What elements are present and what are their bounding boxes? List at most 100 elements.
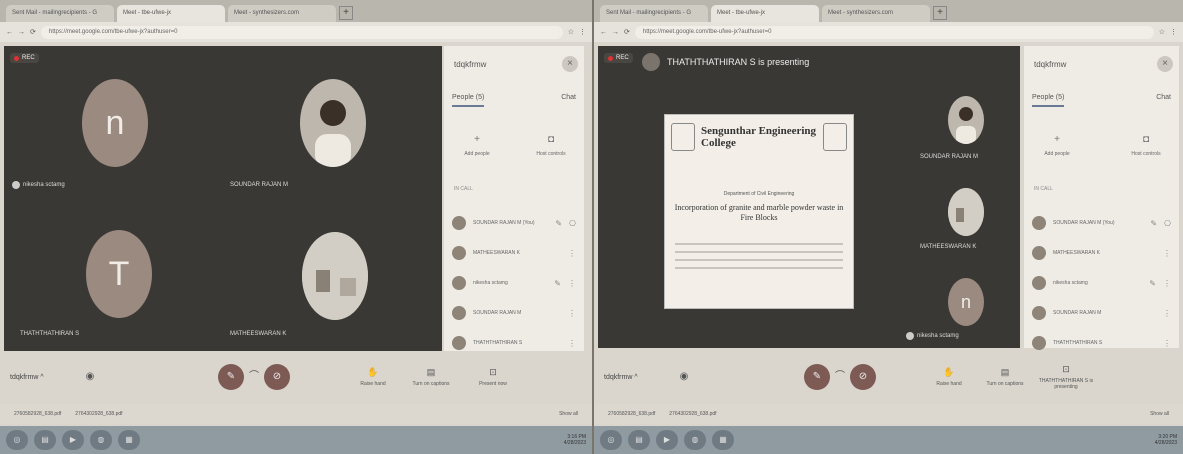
browser-tab[interactable]: Sent Mail - mailingrecipients - G xyxy=(600,5,708,22)
forward-icon[interactable]: → xyxy=(612,29,619,36)
star-icon[interactable]: ☆ xyxy=(1159,28,1165,36)
more-icon[interactable]: ⋮ xyxy=(568,309,576,318)
mic-off-icon[interactable]: ✎ xyxy=(1149,279,1156,288)
tab-people[interactable]: People (5) xyxy=(452,94,485,107)
media-icon[interactable]: ▶ xyxy=(62,430,84,450)
menu-icon[interactable]: ⋮ xyxy=(579,28,586,36)
panel-tabs: People (5) Chat xyxy=(1032,94,1171,107)
captions-button[interactable]: ▤ Turn on captions xyxy=(408,367,454,387)
meeting-code[interactable]: tdqkfrmw ^ xyxy=(10,374,80,381)
avatar xyxy=(452,246,466,260)
start-icon[interactable]: ◎ xyxy=(6,430,28,450)
pin-icon[interactable]: ⎔ xyxy=(569,219,576,228)
browser-tab-active[interactable]: Meet - tbe-ufwe-jx xyxy=(711,5,819,22)
camera-off-button[interactable]: ⊘ xyxy=(264,364,290,390)
star-icon[interactable]: ☆ xyxy=(568,28,574,36)
more-options-icon[interactable]: ⌒ xyxy=(830,367,850,387)
mic-off-button[interactable]: ✎ xyxy=(218,364,244,390)
menu-icon[interactable]: ⋮ xyxy=(1170,28,1177,36)
forward-icon[interactable]: → xyxy=(18,29,25,36)
avatar xyxy=(642,53,660,71)
meeting-code[interactable]: tdqkfrmw ^ xyxy=(604,374,674,381)
text-line xyxy=(675,251,843,253)
browser-tab[interactable]: Meet - synthesizers.com xyxy=(822,5,930,22)
download-item[interactable]: 2764302928_638.pdf xyxy=(75,411,122,417)
pin-icon[interactable]: ⎔ xyxy=(1164,219,1171,228)
add-person-icon: + xyxy=(1054,134,1060,145)
shield-icon[interactable]: ◉ xyxy=(674,367,694,387)
start-icon[interactable]: ◎ xyxy=(600,430,622,450)
more-options-icon[interactable]: ⌒ xyxy=(244,367,264,387)
explorer-icon[interactable]: ▤ xyxy=(34,430,56,450)
present-icon: ⊡ xyxy=(489,367,497,377)
participant-name: MATHEESWARAN K xyxy=(473,250,520,256)
tab-chat[interactable]: Chat xyxy=(1156,94,1171,107)
url-field[interactable]: https://meet.google.com/tbe-ufwe-jx?auth… xyxy=(634,25,1154,39)
mic-off-button[interactable]: ✎ xyxy=(804,364,830,390)
mic-icon[interactable]: ✎ xyxy=(1150,219,1157,228)
present-now-button[interactable]: ⊡ Present now xyxy=(470,367,516,387)
shield-icon[interactable]: ◉ xyxy=(80,367,100,387)
date-label: 4/28/2023 xyxy=(1154,440,1177,446)
tile-name: MATHEESWARAN K xyxy=(230,331,286,337)
more-icon[interactable]: ⋮ xyxy=(568,249,576,258)
mic-icon[interactable]: ✎ xyxy=(555,219,562,228)
back-icon[interactable]: ← xyxy=(600,29,607,36)
close-icon[interactable]: × xyxy=(562,56,578,72)
more-icon[interactable]: ⋮ xyxy=(568,279,576,288)
media-icon[interactable]: ▶ xyxy=(656,430,678,450)
reload-icon[interactable]: ⟳ xyxy=(30,28,36,36)
list-item[interactable]: nikesha sctamg ✎ ⋮ xyxy=(452,268,576,298)
video-stage: REC THATHTHATHIRAN S is presenting Sengu… xyxy=(598,46,1020,348)
record-dot-icon xyxy=(14,55,19,61)
show-all-link[interactable]: Show all xyxy=(559,411,578,417)
host-controls-button[interactable]: ◘ Host controls xyxy=(526,134,576,157)
browser-tab[interactable]: Meet - synthesizers.com xyxy=(228,5,336,22)
close-icon[interactable]: × xyxy=(1157,56,1173,72)
show-all-link[interactable]: Show all xyxy=(1150,411,1169,417)
download-item[interactable]: 2760582928_638.pdf xyxy=(14,411,61,417)
new-tab-icon[interactable]: + xyxy=(933,6,947,20)
more-icon[interactable]: ⋮ xyxy=(1163,339,1171,348)
list-item[interactable]: SOUNDAR RAJAN M (You) ✎ ⎔ xyxy=(1032,208,1171,238)
back-icon[interactable]: ← xyxy=(6,29,13,36)
host-controls-button[interactable]: ◘ Host controls xyxy=(1121,134,1171,157)
list-item[interactable]: SOUNDAR RAJAN M ⋮ xyxy=(1032,298,1171,328)
mic-off-icon[interactable]: ✎ xyxy=(554,279,561,288)
new-tab-icon[interactable]: + xyxy=(339,6,353,20)
browser-tab[interactable]: Sent Mail - mailingrecipients - G xyxy=(6,5,114,22)
more-icon[interactable]: ⋮ xyxy=(1163,309,1171,318)
url-field[interactable]: https://meet.google.com/tbe-ufwe-jx?auth… xyxy=(40,25,563,39)
presenting-button[interactable]: ⊡ THATHTHATHIRAN S is presenting xyxy=(1038,364,1094,390)
explorer-icon[interactable]: ▤ xyxy=(628,430,650,450)
reload-icon[interactable]: ⟳ xyxy=(624,28,630,36)
participant-name: THATHTHATHIRAN S xyxy=(1053,340,1103,346)
tab-label: Meet - synthesizers.com xyxy=(234,10,300,16)
list-item[interactable]: nikesha sctamg ✎ ⋮ xyxy=(1032,268,1171,298)
app-icon[interactable]: ▦ xyxy=(118,430,140,450)
hand-icon: ✋ xyxy=(367,367,379,377)
camera-off-button[interactable]: ⊘ xyxy=(850,364,876,390)
in-call-heading: IN CALL xyxy=(454,186,473,192)
download-item[interactable]: 2764302928_638.pdf xyxy=(669,411,716,417)
more-icon[interactable]: ⋮ xyxy=(1163,249,1171,258)
list-item[interactable]: MATHEESWARAN K ⋮ xyxy=(1032,238,1171,268)
more-icon[interactable]: ⋮ xyxy=(568,339,576,348)
chrome-icon[interactable]: ◍ xyxy=(684,430,706,450)
more-icon[interactable]: ⋮ xyxy=(1163,279,1171,288)
download-item[interactable]: 2760582928_638.pdf xyxy=(608,411,655,417)
raise-hand-button[interactable]: ✋ Raise hand xyxy=(350,367,396,387)
add-people-button[interactable]: + Add people xyxy=(1032,134,1082,157)
avatar xyxy=(1032,336,1046,350)
tab-chat[interactable]: Chat xyxy=(561,94,576,107)
app-icon[interactable]: ▦ xyxy=(712,430,734,450)
list-item[interactable]: MATHEESWARAN K ⋮ xyxy=(452,238,576,268)
list-item[interactable]: SOUNDAR RAJAN M (You) ✎ ⎔ xyxy=(452,208,576,238)
tab-people[interactable]: People (5) xyxy=(1032,94,1065,107)
raise-hand-button[interactable]: ✋ Raise hand xyxy=(926,367,972,387)
list-item[interactable]: SOUNDAR RAJAN M ⋮ xyxy=(452,298,576,328)
add-people-button[interactable]: + Add people xyxy=(452,134,502,157)
chrome-icon[interactable]: ◍ xyxy=(90,430,112,450)
browser-tab-active[interactable]: Meet - tbe-ufwe-jx xyxy=(117,5,225,22)
captions-button[interactable]: ▤ Turn on captions xyxy=(982,367,1028,387)
